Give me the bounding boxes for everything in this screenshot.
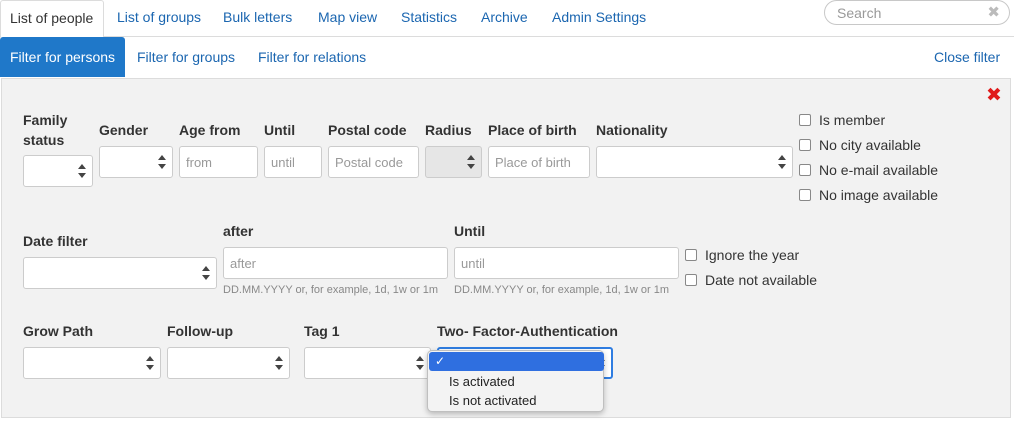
checkbox-label: Date not available xyxy=(705,272,818,288)
tfa-option-not-activated[interactable]: Is not activated xyxy=(429,391,604,410)
age-from-input[interactable] xyxy=(179,146,258,178)
gender-label: Gender xyxy=(99,122,149,138)
tab-filter-for-relations[interactable]: Filter for relations xyxy=(258,37,366,77)
age-from-label: Age from xyxy=(179,122,241,138)
nationality-label: Nationality xyxy=(596,122,668,138)
select-arrows-icon xyxy=(275,356,283,370)
checkbox-label: No image available xyxy=(819,187,939,203)
date-after-hint: DD.MM.YYYY or, for example, 1d, 1w or 1m xyxy=(223,284,438,296)
tab-map-view[interactable]: Map view xyxy=(318,0,377,37)
is-member-checkbox-row[interactable]: Is member xyxy=(799,110,885,130)
top-nav: List of people List of groups Bulk lette… xyxy=(0,0,1014,38)
postal-code-input[interactable] xyxy=(328,146,419,178)
grow-path-select[interactable] xyxy=(23,347,161,379)
until-label: Until xyxy=(264,122,296,138)
checkbox[interactable] xyxy=(685,249,697,261)
grow-path-label: Grow Path xyxy=(23,323,94,339)
tag1-label: Tag 1 xyxy=(304,323,340,339)
follow-up-label: Follow-up xyxy=(167,323,234,339)
select-arrows-icon xyxy=(467,155,475,169)
checkbox[interactable] xyxy=(799,189,811,201)
clear-search-icon[interactable]: ✖ xyxy=(987,3,1000,21)
tag1-select[interactable] xyxy=(304,347,431,379)
place-of-birth-input[interactable] xyxy=(488,146,590,178)
checkbox[interactable] xyxy=(799,164,811,176)
age-until-input[interactable] xyxy=(264,146,322,178)
tab-list-of-groups[interactable]: List of groups xyxy=(117,0,201,37)
date-until-input[interactable] xyxy=(454,247,679,279)
postal-code-label: Postal code xyxy=(328,122,407,138)
select-arrows-icon xyxy=(146,356,154,370)
no-city-checkbox-row[interactable]: No city available xyxy=(799,135,921,155)
tab-statistics[interactable]: Statistics xyxy=(401,0,457,37)
gender-select[interactable] xyxy=(99,146,173,178)
tab-list-of-people[interactable]: List of people xyxy=(0,0,104,38)
tab-archive[interactable]: Archive xyxy=(481,0,528,37)
select-arrows-icon xyxy=(202,266,210,280)
tfa-option-activated[interactable]: Is activated xyxy=(429,372,604,391)
family-status-select[interactable] xyxy=(23,155,93,187)
search-box: ✖ xyxy=(824,0,1010,25)
no-image-checkbox-row[interactable]: No image available xyxy=(799,185,938,205)
tfa-label: Two- Factor-Authentication xyxy=(437,323,618,339)
no-email-checkbox-row[interactable]: No e-mail available xyxy=(799,160,938,180)
close-filter-link[interactable]: Close filter xyxy=(934,37,1000,77)
select-arrows-icon xyxy=(158,155,166,169)
date-filter-label: Date filter xyxy=(23,233,88,249)
date-filter-select[interactable] xyxy=(23,257,217,289)
select-arrows-icon xyxy=(416,356,424,370)
follow-up-select[interactable] xyxy=(167,347,290,379)
close-icon[interactable]: ✖ xyxy=(986,86,1002,106)
tab-admin-settings[interactable]: Admin Settings xyxy=(552,0,646,37)
date-not-available-checkbox-row[interactable]: Date not available xyxy=(685,270,817,290)
select-arrows-icon xyxy=(778,155,786,169)
family-status-label: Family status xyxy=(23,112,68,148)
ignore-year-checkbox-row[interactable]: Ignore the year xyxy=(685,245,799,265)
tab-filter-for-persons[interactable]: Filter for persons xyxy=(0,37,125,77)
filter-nav: Filter for persons Filter for groups Fil… xyxy=(0,37,1014,78)
place-of-birth-label: Place of birth xyxy=(488,122,577,138)
date-after-input[interactable] xyxy=(223,247,448,279)
select-arrows-icon xyxy=(78,164,86,178)
date-until-hint: DD.MM.YYYY or, for example, 1d, 1w or 1m xyxy=(454,284,669,296)
date-until-label: Until xyxy=(454,223,486,239)
tfa-dropdown-menu: ✓ Is activated Is not activated xyxy=(427,350,604,412)
checkbox-label: Is member xyxy=(819,112,886,128)
radius-label: Radius xyxy=(425,122,472,138)
checkbox-label: Ignore the year xyxy=(705,247,800,263)
nationality-select[interactable] xyxy=(596,146,793,178)
after-label: after xyxy=(223,223,254,239)
radius-select[interactable] xyxy=(425,146,482,178)
checkbox[interactable] xyxy=(685,274,697,286)
checkmark-icon: ✓ xyxy=(435,354,446,368)
checkbox[interactable] xyxy=(799,114,811,126)
search-input[interactable] xyxy=(835,4,985,22)
checkbox-label: No e-mail available xyxy=(819,162,939,178)
checkbox[interactable] xyxy=(799,139,811,151)
checkbox-label: No city available xyxy=(819,137,921,153)
tfa-option-empty[interactable]: ✓ xyxy=(429,352,604,371)
tab-filter-for-groups[interactable]: Filter for groups xyxy=(137,37,235,77)
tab-bulk-letters[interactable]: Bulk letters xyxy=(223,0,292,37)
